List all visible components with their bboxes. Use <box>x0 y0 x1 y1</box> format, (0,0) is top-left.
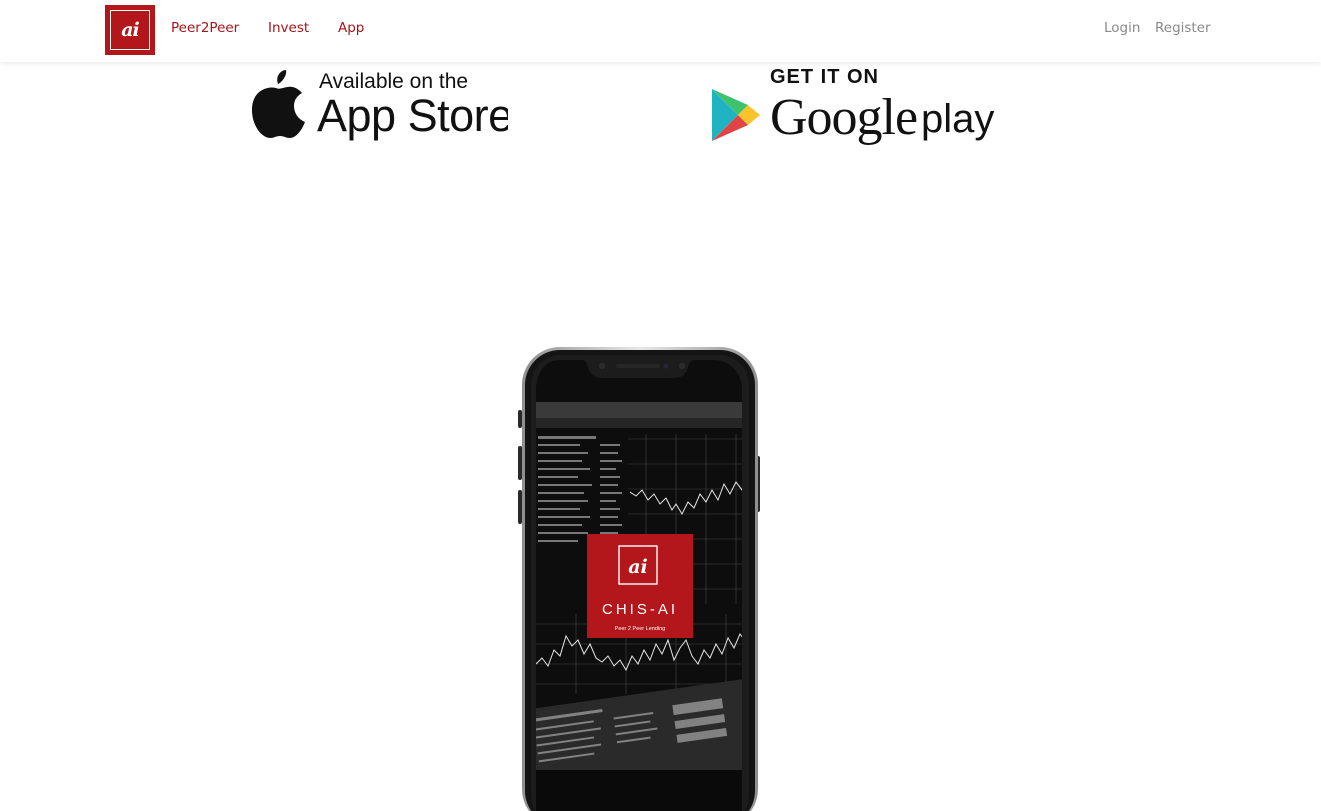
gplay-play-word: play <box>921 97 994 141</box>
nav-link-app[interactable]: App <box>338 20 364 36</box>
splash-brand-name: CHIS-AI <box>602 601 678 618</box>
appstore-line2: App Store <box>317 90 508 141</box>
nav-link-peer2peer[interactable]: Peer2Peer <box>171 20 239 36</box>
splash-logo-mark: ai <box>628 556 648 578</box>
app-store-badge[interactable]: Available on the App Store <box>248 64 508 144</box>
brand-logo-mark: ai <box>110 10 150 50</box>
splash-tagline: Peer 2 Peer Lending <box>615 626 665 632</box>
nav-link-invest[interactable]: Invest <box>268 20 309 36</box>
gplay-line1: GET IT ON <box>770 66 879 88</box>
brand-logo[interactable]: ai <box>105 5 155 55</box>
phone-mockup: ai CHIS-AI Peer 2 Peer Lending <box>516 344 764 811</box>
google-play-badge[interactable]: GET IT ON Google play <box>706 64 996 148</box>
google-play-triangle-icon <box>712 89 760 141</box>
chis-ai-splash-logo: ai CHIS-AI Peer 2 Peer Lending <box>587 534 693 638</box>
apple-logo-icon <box>252 70 305 138</box>
register-link[interactable]: Register <box>1155 20 1211 36</box>
navbar: ai Peer2Peer Invest App Login Register <box>0 0 1321 62</box>
gplay-google-word: Google <box>770 89 917 146</box>
login-link[interactable]: Login <box>1104 20 1140 36</box>
